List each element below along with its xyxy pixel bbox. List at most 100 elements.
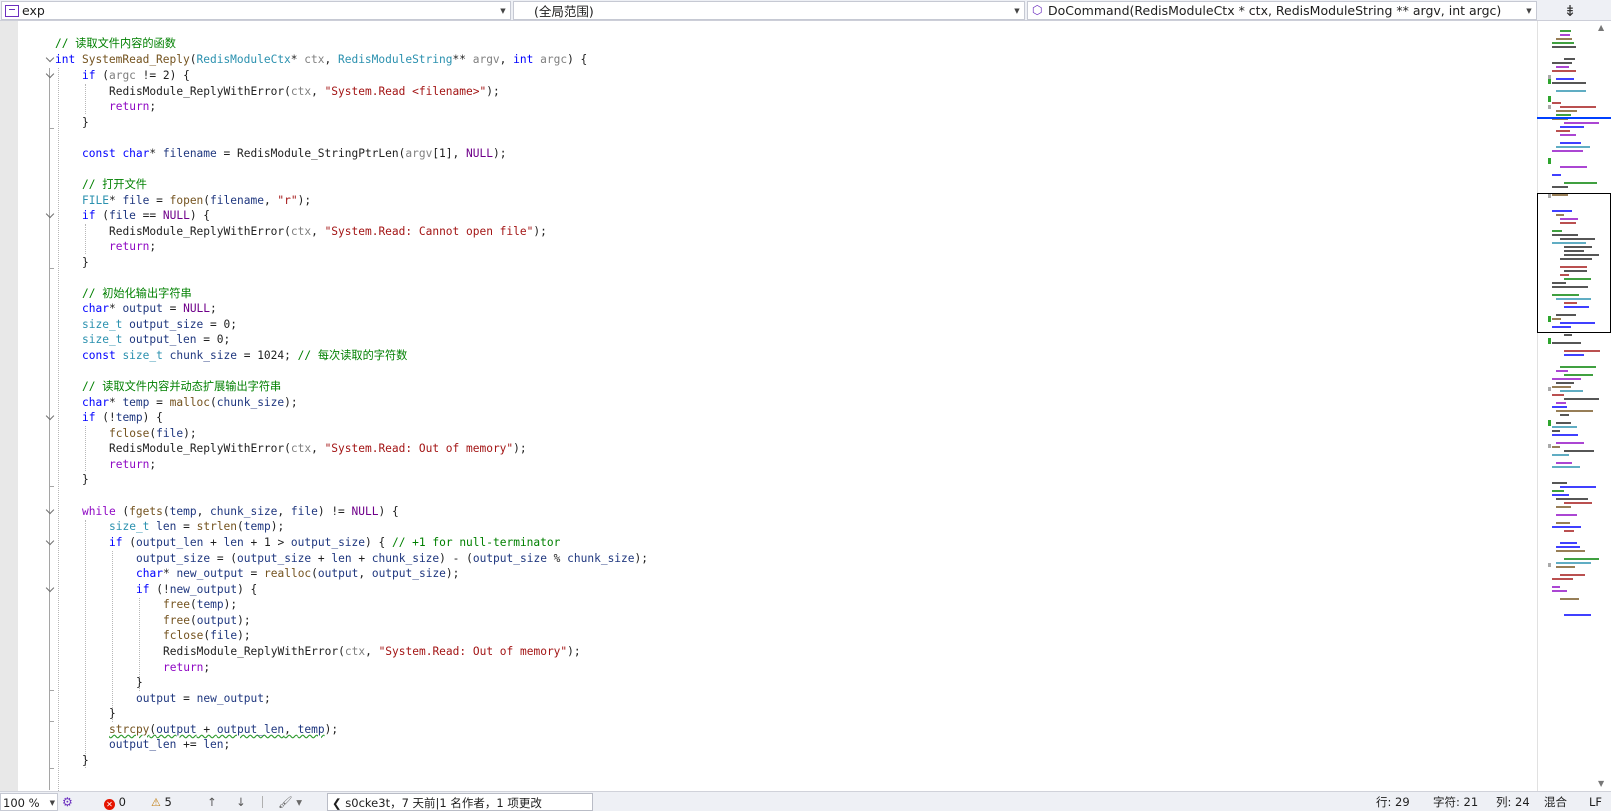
scope-dropdown[interactable]: (全局范围) ▼ [513,1,1025,20]
minimap-line [1564,354,1584,356]
code-cleanup-icon[interactable]: 🖌 ▾ [278,793,302,811]
minimap-line [1552,454,1569,456]
arrow-down-icon[interactable]: ↓ [236,793,246,811]
chevron-down-icon: ▼ [1526,6,1532,15]
fold-end [49,268,54,269]
minimap-line [1552,62,1572,64]
code-editor[interactable]: // 读取文件内容的函数 int SystemRead_Reply(RedisM… [0,21,1537,791]
indent-guide [85,426,86,471]
comment: // 打开文件 [82,178,147,191]
line-indicator[interactable]: 行: 29 [1376,793,1410,811]
comment: // 初始化输出字符串 [82,287,192,300]
code-line: free(output); [163,614,251,627]
code-line: int SystemRead_Reply(RedisModuleCtx* ctx… [55,53,588,66]
minimap-line [1564,530,1574,532]
git-info-text: s0cke3t，7 天前|1 名作者，1 项更改 [345,796,542,810]
warning-count: 5 [164,795,172,809]
navigation-bar: exp ▼ (全局范围) ▼ ⬡ DoCommand(RedisModuleCt… [0,0,1611,21]
warning-icon: ⚠ [151,796,161,809]
fold-outline [49,68,50,790]
minimap-viewport[interactable] [1537,193,1611,333]
minimap-fold-marker [1548,105,1551,109]
minimap-line [1552,430,1560,432]
fold-toggle[interactable] [45,68,54,84]
warning-count-button[interactable]: ⚠ 5 [151,793,172,811]
code-line: } [82,754,89,767]
chevron-down-icon: ▼ [500,6,506,15]
fold-toggle[interactable] [45,504,54,520]
char-indicator[interactable]: 字符: 21 [1433,793,1478,811]
comment: // +1 for null-terminator [391,536,561,549]
arrow-up-icon[interactable]: ↑ [207,793,217,811]
fold-toggle[interactable] [45,410,54,426]
zoom-dropdown[interactable]: 100 % ▼ [0,793,58,811]
intellicode-icon[interactable]: ⚙ [62,793,73,811]
minimap-line [1552,342,1581,344]
indent-guide [85,84,86,114]
minimap-line [1552,426,1577,428]
fold-toggle[interactable] [45,52,54,68]
minimap-line [1560,166,1587,168]
code-line: } [136,676,143,689]
code-line: FILE* file = fopen(filename, "r"); [82,194,312,207]
minimap-caret-line [1537,117,1611,119]
code-line: const size_t chunk_size = 1024; // 每次读取的… [82,349,408,362]
project-dropdown[interactable]: exp ▼ [1,1,511,20]
minimap-line [1560,142,1581,144]
minimap-line [1552,586,1560,588]
minimap-line [1552,46,1576,48]
code-line: // 初始化输出字符串 [82,286,192,302]
line-ending[interactable]: LF [1589,793,1602,811]
scope-dropdown-label: (全局范围) [534,4,594,19]
comment: // 读取文件内容并动态扩展输出字符串 [82,380,282,393]
code-line: } [109,707,116,720]
chevron-down-icon: ▼ [1014,6,1020,15]
minimap-line [1556,402,1566,404]
minimap-line [1560,542,1577,544]
fold-toggle[interactable] [45,535,54,551]
member-dropdown-label: DoCommand(RedisModuleCtx * ctx, RedisMod… [1048,3,1502,18]
error-count-button[interactable]: ✕ 0 [104,793,126,811]
string-literal: "r" [277,194,298,207]
code-line: fclose(file); [109,427,197,440]
member-dropdown[interactable]: ⬡ DoCommand(RedisModuleCtx * ctx, RedisM… [1027,1,1537,20]
minimap-line [1560,126,1584,128]
minimap-line [1560,414,1569,416]
minimap-line [1552,70,1576,72]
code-line: size_t len = strlen(temp); [109,520,285,533]
indent-guide [85,224,86,254]
method-cube-icon: ⬡ [1032,3,1043,17]
minimap [1538,30,1610,770]
minimap-line [1556,382,1574,384]
minimap-line [1560,486,1596,488]
code-line: RedisModule_ReplyWithError(ctx, "System.… [109,225,547,238]
code-line: if (!new_output) { [136,583,258,596]
code-line: } [82,256,89,269]
code-line: // 读取文件内容的函数 [55,36,176,52]
fold-end [49,690,54,691]
fold-toggle[interactable] [45,582,54,598]
whitespace-mode[interactable]: 混合 [1544,793,1567,811]
fold-end [49,768,54,769]
zoom-level: 100 % [3,796,40,810]
column-indicator[interactable]: 列: 24 [1496,793,1530,811]
minimap-line [1552,482,1567,484]
minimap-line [1552,174,1561,176]
split-window-button[interactable]: ⇟ [1553,1,1587,20]
minimap-line [1560,366,1596,368]
git-blame-info[interactable]: ❮ s0cke3t，7 天前|1 名作者，1 项更改 [327,793,593,811]
minimap-line [1564,334,1572,336]
scroll-down-icon[interactable]: ▼ [1598,779,1604,788]
code-line: const char* filename = RedisModule_Strin… [82,147,507,160]
minimap-line [1556,410,1593,412]
code-line: fclose(file); [163,629,251,642]
fold-toggle[interactable] [45,208,54,224]
minimap-change-marker [1548,338,1551,344]
minimap-line [1552,102,1561,104]
comment: // 读取文件内容的函数 [55,37,176,50]
minimap-line [1556,370,1568,372]
code-line: char* new_output = realloc(output, outpu… [136,567,460,580]
minimap-line [1564,58,1575,60]
string-literal: "System.Read: Cannot open file" [324,225,534,238]
code-line: while (fgets(temp, chunk_size, file) != … [82,505,399,518]
